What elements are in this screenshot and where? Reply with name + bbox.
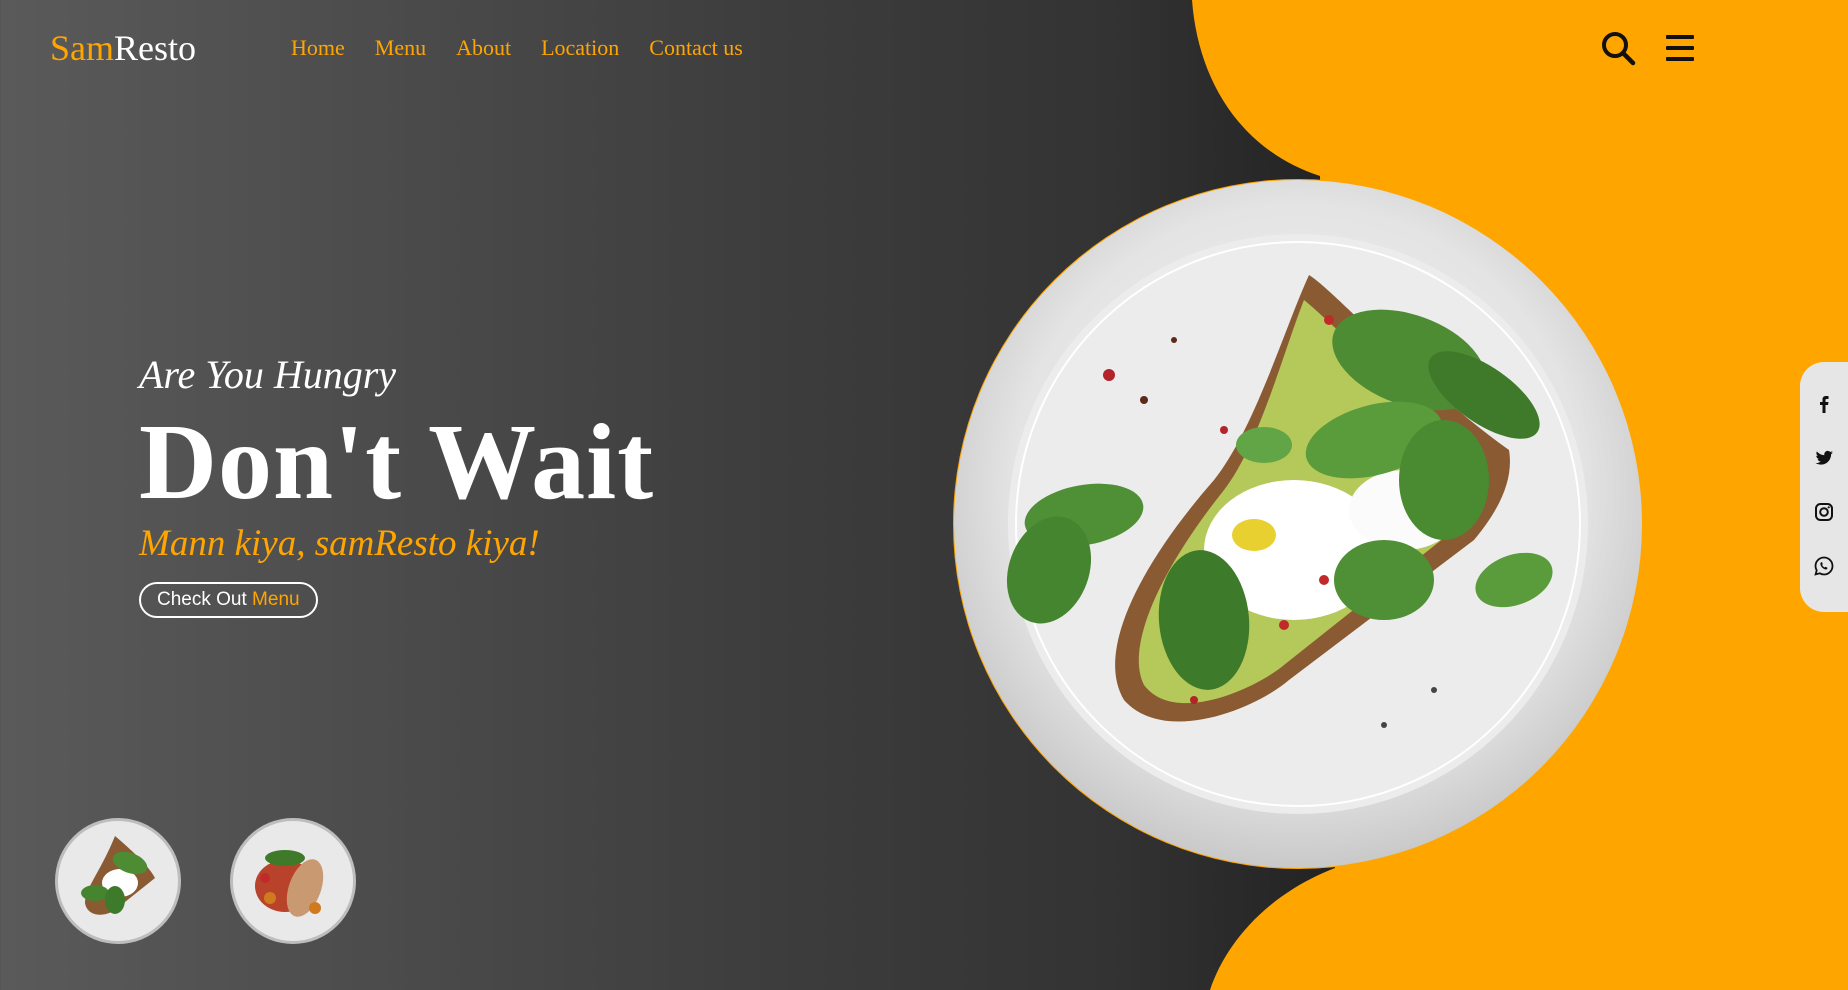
hero-section: Are You Hungry Don't Wait Mann kiya, sam… bbox=[139, 350, 654, 618]
nav-item-menu[interactable]: Menu bbox=[375, 34, 426, 62]
search-icon[interactable] bbox=[1600, 30, 1636, 66]
hero-tagline: Are You Hungry bbox=[139, 352, 397, 397]
twitter-icon[interactable] bbox=[1812, 446, 1836, 470]
hero-slogan: Mann kiya, samResto kiya! bbox=[139, 523, 540, 564]
instagram-icon[interactable] bbox=[1812, 500, 1836, 524]
nav-item-location[interactable]: Location bbox=[541, 34, 619, 62]
nav-item-contact[interactable]: Contact us bbox=[649, 34, 743, 62]
brand-logo[interactable]: SamResto bbox=[50, 26, 196, 70]
social-links-bar bbox=[1800, 362, 1848, 612]
site-header: SamResto Home Menu About Location Contac… bbox=[0, 0, 1848, 100]
check-out-menu-button[interactable]: Check Out Menu bbox=[139, 582, 318, 618]
nav-item-about[interactable]: About bbox=[456, 34, 511, 62]
hero-food-plate-image bbox=[954, 180, 1642, 868]
cta-label-part1: Check Out bbox=[157, 589, 253, 610]
whatsapp-icon[interactable] bbox=[1812, 554, 1836, 578]
thumbnail-grilled-chicken-image[interactable] bbox=[230, 818, 356, 944]
main-nav: Home Menu About Location Contact us bbox=[291, 34, 773, 62]
hero-headline: Don't Wait bbox=[139, 403, 655, 522]
brand-logo-part2: Resto bbox=[114, 28, 197, 68]
brand-logo-part1: Sam bbox=[50, 28, 115, 68]
facebook-icon[interactable] bbox=[1812, 392, 1836, 416]
nav-item-home[interactable]: Home bbox=[291, 34, 345, 62]
hamburger-menu-icon[interactable] bbox=[1662, 30, 1698, 66]
cta-label-part2: Menu bbox=[252, 589, 300, 610]
thumbnail-avocado-toast-image[interactable] bbox=[55, 818, 181, 944]
